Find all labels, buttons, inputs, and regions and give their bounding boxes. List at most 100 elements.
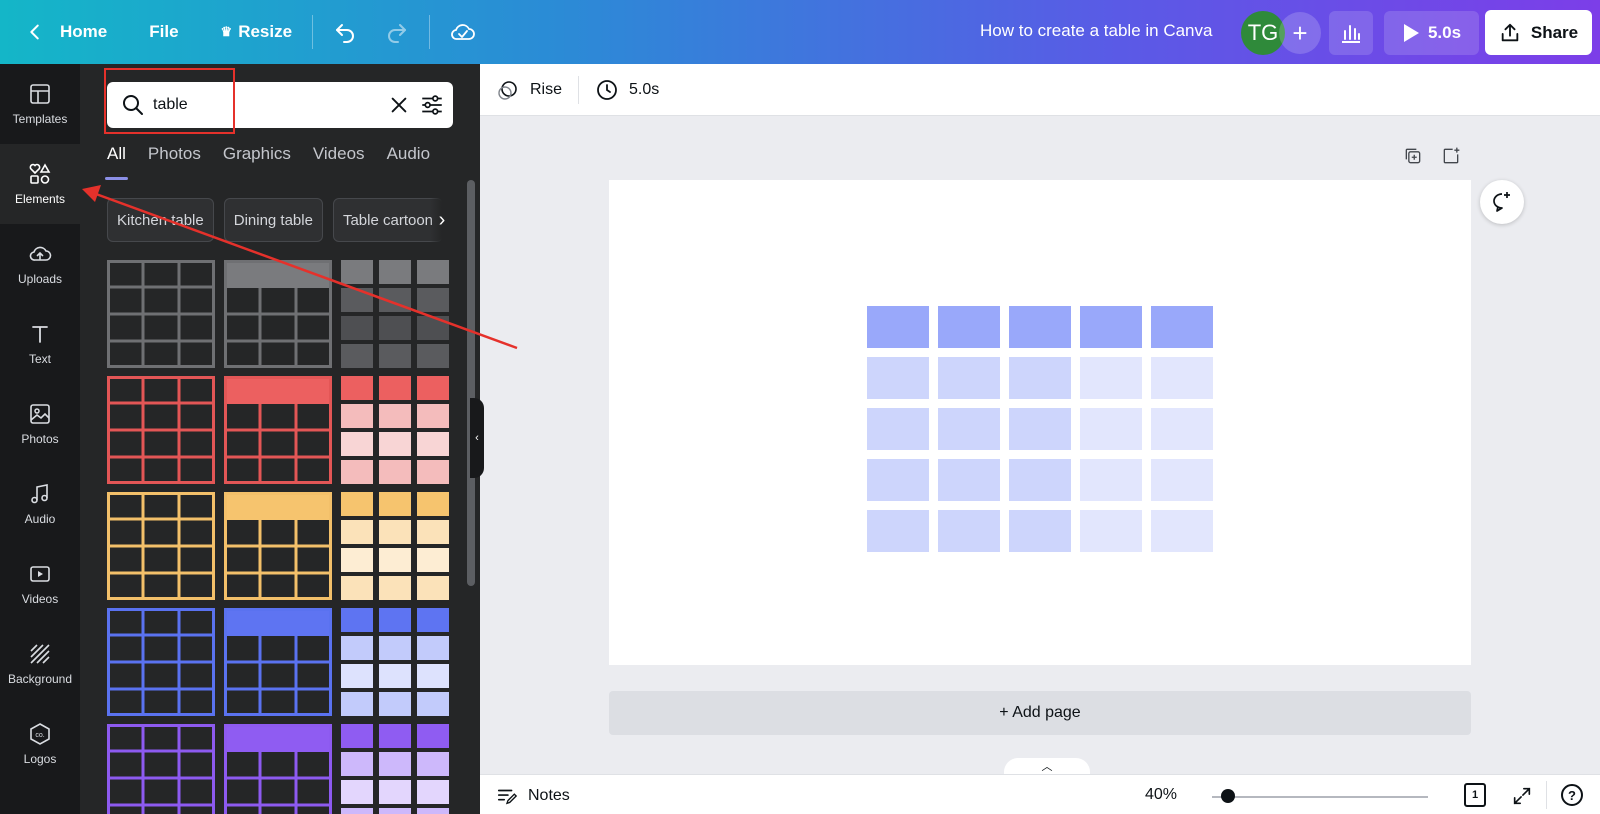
canvas-table-cell[interactable]: [1151, 357, 1213, 399]
table-template-red-3[interactable]: [341, 376, 449, 484]
chip-kitchen-table[interactable]: Kitchen table: [107, 198, 214, 242]
canvas-table-cell[interactable]: [1009, 510, 1071, 552]
duplicate-page-icon[interactable]: [1403, 146, 1423, 166]
chevron-right-icon[interactable]: ›: [430, 198, 454, 242]
add-page-button[interactable]: + Add page: [609, 691, 1471, 735]
table-template-blue-2[interactable]: [224, 608, 332, 716]
canvas-table-cell[interactable]: [867, 510, 929, 552]
canvas-table-cell[interactable]: [938, 408, 1000, 450]
table-template-yellow-3[interactable]: [341, 492, 449, 600]
canvas-table-header-cell[interactable]: [1009, 306, 1071, 348]
clock-icon: [597, 79, 617, 100]
add-page-icon[interactable]: [1441, 146, 1461, 166]
canvas-table-header-cell[interactable]: [938, 306, 1000, 348]
table-template-yellow-1[interactable]: [107, 492, 215, 600]
share-button[interactable]: Share: [1485, 10, 1592, 55]
present-button[interactable]: 5.0s: [1384, 11, 1479, 55]
table-template-purple-2[interactable]: [224, 724, 332, 814]
canvas-table-cell[interactable]: [1009, 357, 1071, 399]
resize-button[interactable]: ♛ Resize: [207, 10, 307, 54]
canvas-table-header-cell[interactable]: [1080, 306, 1142, 348]
canvas-table-cell[interactable]: [1151, 510, 1213, 552]
zoom-percentage[interactable]: 40%: [1145, 786, 1177, 804]
tab-photos[interactable]: Photos: [148, 144, 201, 180]
canvas-table-header-cell[interactable]: [867, 306, 929, 348]
home-label: Home: [60, 22, 108, 41]
redo-button[interactable]: [371, 10, 423, 54]
table-template-blue-1[interactable]: [107, 608, 215, 716]
notes-button[interactable]: Notes: [496, 785, 570, 807]
canvas-table-cell[interactable]: [867, 459, 929, 501]
table-template-gray-3[interactable]: [341, 260, 449, 368]
design-page[interactable]: [609, 180, 1471, 665]
editor-toolbar: Rise 5.0s: [480, 64, 1600, 116]
rail-item-text[interactable]: Text: [0, 304, 80, 384]
help-button[interactable]: ?: [1561, 784, 1583, 806]
notes-icon: [497, 789, 518, 805]
canvas-table-cell[interactable]: [867, 408, 929, 450]
insights-button[interactable]: [1329, 11, 1373, 55]
canvas-table-cell[interactable]: [938, 357, 1000, 399]
rail-item-templates[interactable]: Templates: [0, 64, 80, 144]
cloud-save-button[interactable]: [436, 10, 490, 54]
rail-label: Audio: [24, 512, 56, 526]
page-count-button[interactable]: 1: [1464, 783, 1486, 807]
file-menu-button[interactable]: File: [135, 10, 192, 54]
close-icon[interactable]: [388, 94, 410, 116]
chip-table-cartoon[interactable]: Table cartoon: [332, 198, 444, 242]
tab-videos[interactable]: Videos: [313, 144, 365, 180]
rail-item-videos[interactable]: Videos: [0, 544, 80, 624]
rail-item-background[interactable]: Background: [0, 624, 80, 704]
canvas-table-cell[interactable]: [1009, 408, 1071, 450]
canvas-table-cell[interactable]: [938, 510, 1000, 552]
canvas-table-cell[interactable]: [1151, 408, 1213, 450]
animation-button[interactable]: Rise: [480, 78, 578, 102]
canvas-table-cell[interactable]: [1080, 408, 1142, 450]
canvas-table-cell[interactable]: [867, 357, 929, 399]
top-bar: Home File ♛ Resize How to create a table…: [0, 0, 1600, 64]
duration-button[interactable]: 5.0s: [579, 78, 675, 102]
animation-icon: [498, 80, 517, 100]
table-template-gray-2[interactable]: [224, 260, 332, 368]
canvas-table-header-cell[interactable]: [1151, 306, 1213, 348]
tab-all[interactable]: All: [105, 144, 128, 180]
rail-item-uploads[interactable]: Uploads: [0, 224, 80, 304]
add-collaborator-button[interactable]: +: [1279, 12, 1321, 54]
table-template-purple-3[interactable]: [341, 724, 449, 814]
panel-scrollbar[interactable]: [467, 180, 475, 586]
filter-sliders-icon[interactable]: [419, 92, 445, 118]
rail-item-logos[interactable]: co. Logos: [0, 704, 80, 784]
templates-icon: [30, 84, 50, 104]
chip-dining-table[interactable]: Dining table: [223, 198, 323, 242]
document-title[interactable]: How to create a table in Canva: [980, 21, 1212, 41]
table-template-blue-3[interactable]: [341, 608, 449, 716]
tab-audio[interactable]: Audio: [387, 144, 430, 180]
table-template-gray-1[interactable]: [107, 260, 215, 368]
canvas-table-cell[interactable]: [1080, 459, 1142, 501]
footer-divider: [1546, 781, 1547, 809]
elements-icon: [29, 163, 51, 184]
collapse-panel-button[interactable]: ‹: [470, 398, 484, 478]
rail-label: Templates: [12, 112, 68, 126]
zoom-slider-track[interactable]: [1212, 796, 1428, 798]
show-pages-button[interactable]: ︿: [1004, 758, 1090, 774]
rail-item-elements[interactable]: Elements: [0, 144, 80, 224]
add-comment-button[interactable]: [1480, 180, 1524, 224]
canvas-table-cell[interactable]: [1151, 459, 1213, 501]
table-template-red-1[interactable]: [107, 376, 215, 484]
home-button[interactable]: Home: [10, 10, 121, 54]
table-template-purple-1[interactable]: [107, 724, 215, 814]
canvas-table-cell[interactable]: [1009, 459, 1071, 501]
fullscreen-icon[interactable]: [1511, 785, 1533, 807]
tab-graphics[interactable]: Graphics: [223, 144, 291, 180]
table-template-yellow-2[interactable]: [224, 492, 332, 600]
canvas-table-cell[interactable]: [938, 459, 1000, 501]
rail-item-audio[interactable]: Audio: [0, 464, 80, 544]
rail-item-photos[interactable]: Photos: [0, 384, 80, 464]
canvas-table-cell[interactable]: [1080, 510, 1142, 552]
image-icon: [30, 404, 50, 424]
undo-button[interactable]: [319, 10, 371, 54]
zoom-slider-handle[interactable]: [1221, 789, 1235, 803]
canvas-table-cell[interactable]: [1080, 357, 1142, 399]
table-template-red-2[interactable]: [224, 376, 332, 484]
